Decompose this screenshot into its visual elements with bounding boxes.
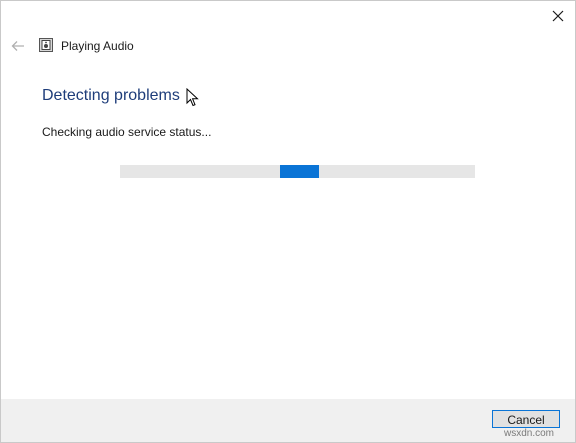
page-heading: Detecting problems (42, 87, 180, 104)
cancel-button[interactable]: Cancel (492, 410, 560, 428)
back-button[interactable] (9, 37, 27, 55)
progress-bar (120, 165, 475, 178)
window-title: Playing Audio (61, 39, 134, 53)
watermark-text: wsxdn.com (504, 428, 555, 439)
close-icon (552, 10, 564, 22)
progress-indicator (280, 165, 319, 178)
mouse-pointer-icon (186, 88, 199, 107)
troubleshooter-window: Playing Audio Detecting problems Checkin… (0, 0, 576, 443)
status-message: Checking audio service status... (42, 125, 212, 139)
audio-troubleshooter-icon (39, 38, 53, 52)
dialog-footer: Cancel (1, 399, 575, 442)
back-arrow-icon (11, 41, 24, 51)
close-button[interactable] (547, 5, 569, 27)
